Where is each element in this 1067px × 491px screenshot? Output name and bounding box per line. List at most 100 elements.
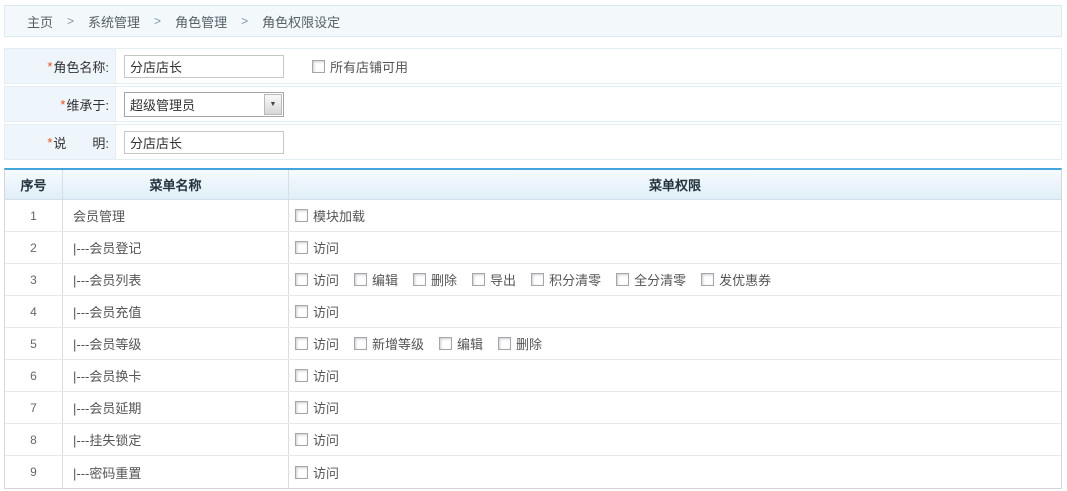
role-name-content: 所有店铺可用 [116,49,1061,83]
permission-checkbox[interactable] [354,273,367,286]
permission-label: 访问 [313,270,339,289]
permission-checkbox-group[interactable]: 访问 [295,238,339,257]
role-name-input[interactable] [124,55,284,78]
permission-checkbox[interactable] [498,337,511,350]
permission-checkbox[interactable] [295,433,308,446]
menu-permissions: 访问新增等级编辑删除 [289,328,1061,359]
permission-checkbox[interactable] [531,273,544,286]
permission-label: 模块加载 [313,206,365,225]
menu-name: |---会员列表 [63,264,289,295]
permission-checkbox[interactable] [295,369,308,382]
all-stores-checkbox[interactable] [312,60,325,73]
description-input[interactable] [124,131,284,154]
permission-label: 访问 [313,366,339,385]
permission-checkbox[interactable] [295,466,308,479]
menu-permissions: 访问 [289,360,1061,391]
permission-checkbox[interactable] [439,337,452,350]
form-row-role-name: * 角色名称: 所有店铺可用 [4,48,1062,84]
breadcrumb-item[interactable]: 角色权限设定 [262,12,340,31]
header-menu-name: 菜单名称 [63,170,289,199]
menu-name: |---会员换卡 [63,360,289,391]
permission-checkbox-group[interactable]: 编辑 [354,270,398,289]
menu-name: |---会员登记 [63,232,289,263]
permission-checkbox-group[interactable]: 访问 [295,366,339,385]
menu-name: |---密码重置 [63,456,289,488]
all-stores-checkbox-group[interactable]: 所有店铺可用 [312,57,408,76]
breadcrumb: 主页>系统管理>角色管理>角色权限设定 [4,5,1062,37]
menu-name: |---挂失锁定 [63,424,289,455]
permission-label: 访问 [313,430,339,449]
description-label-text: 说 明: [53,133,109,152]
permission-checkbox-group[interactable]: 删除 [498,334,542,353]
required-marker: * [60,97,65,112]
menu-permissions: 访问 [289,424,1061,455]
permission-label: 编辑 [372,270,398,289]
required-marker: * [47,135,52,150]
breadcrumb-item[interactable]: 主页 [27,12,53,31]
permission-checkbox[interactable] [701,273,714,286]
breadcrumb-item[interactable]: 系统管理 [88,12,140,31]
menu-name: 会员管理 [63,200,289,231]
table-body: 1会员管理模块加载2|---会员登记访问3|---会员列表访问编辑删除导出积分清… [5,200,1061,488]
all-stores-checkbox-label: 所有店铺可用 [330,57,408,76]
permission-checkbox-group[interactable]: 访问 [295,302,339,321]
header-menu-permission: 菜单权限 [289,170,1061,199]
permission-label: 积分清零 [549,270,601,289]
breadcrumb-separator: > [241,14,248,28]
required-marker: * [47,59,52,74]
permission-checkbox[interactable] [472,273,485,286]
form-row-description: * 说 明: [4,124,1062,160]
row-serial-number: 4 [5,296,63,327]
table-row: 2|---会员登记 访问 [5,232,1061,264]
permission-label: 发优惠券 [719,270,771,289]
permission-checkbox[interactable] [295,209,308,222]
table-row: 5|---会员等级访问新增等级编辑删除 [5,328,1061,360]
menu-permissions: 模块加载 [289,200,1061,231]
permission-checkbox[interactable] [295,241,308,254]
table-row: 9|---密码重置访问 [5,456,1061,488]
permission-checkbox-group[interactable]: 新增等级 [354,334,424,353]
inherit-select[interactable]: 超级管理员 ▼ [124,92,284,117]
permission-checkbox-group[interactable]: 访问 [295,463,339,482]
permission-checkbox[interactable] [295,337,308,350]
permission-checkbox[interactable] [295,305,308,318]
permission-checkbox-group[interactable]: 访问 [295,398,339,417]
inherit-select-value: 超级管理员 [125,95,263,114]
row-serial-number: 6 [5,360,63,391]
permission-checkbox[interactable] [295,401,308,414]
permission-checkbox[interactable] [295,273,308,286]
permission-checkbox[interactable] [616,273,629,286]
breadcrumb-item[interactable]: 角色管理 [175,12,227,31]
permission-checkbox-group[interactable]: 编辑 [439,334,483,353]
row-serial-number: 2 [5,232,63,263]
permission-checkbox-group[interactable]: 访问 [295,270,339,289]
permission-checkbox-group[interactable]: 积分清零 [531,270,601,289]
permission-checkbox-group[interactable]: 访问 [295,430,339,449]
permission-checkbox[interactable] [354,337,367,350]
permission-label: 全分清零 [634,270,686,289]
menu-name: |---会员等级 [63,328,289,359]
breadcrumb-separator: > [154,14,161,28]
inherit-label: * 维承于: [5,87,116,121]
permissions-table: 序号 菜单名称 菜单权限 1会员管理模块加载2|---会员登记访问3|---会员… [4,168,1062,489]
description-content [116,125,1061,159]
description-label: * 说 明: [5,125,116,159]
chevron-down-icon[interactable]: ▼ [264,94,282,115]
permission-checkbox-group[interactable]: 导出 [472,270,516,289]
permission-label: 访问 [313,398,339,417]
menu-name: |---会员延期 [63,392,289,423]
row-serial-number: 8 [5,424,63,455]
menu-permissions: 访问 [289,456,1061,488]
row-serial-number: 9 [5,456,63,488]
permission-checkbox-group[interactable]: 发优惠券 [701,270,771,289]
permission-checkbox-group[interactable]: 访问 [295,334,339,353]
permission-checkbox[interactable] [413,273,426,286]
row-serial-number: 1 [5,200,63,231]
permission-checkbox-group[interactable]: 全分清零 [616,270,686,289]
inherit-content: 超级管理员 ▼ [116,87,1061,121]
permission-checkbox-group[interactable]: 模块加载 [295,206,365,225]
table-row: 1会员管理 模块加载 [5,200,1061,232]
permission-checkbox-group[interactable]: 删除 [413,270,457,289]
table-row: 7|---会员延期访问 [5,392,1061,424]
permission-label: 访问 [313,238,339,257]
